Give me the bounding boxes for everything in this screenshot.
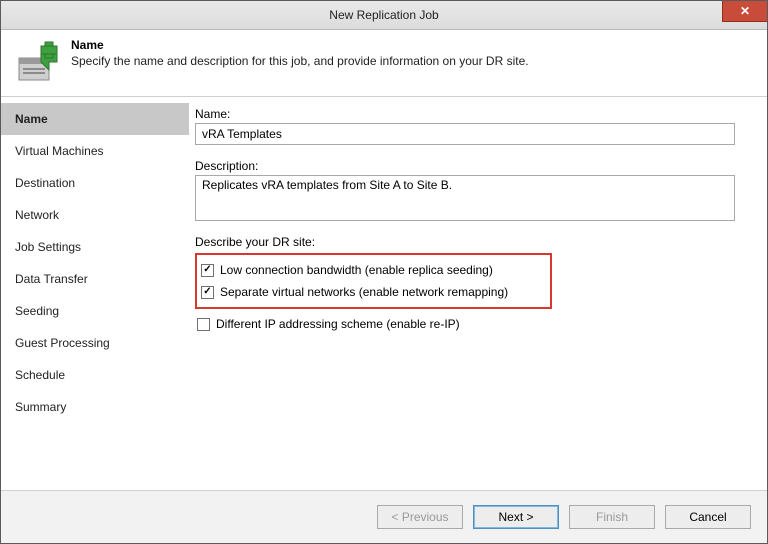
wizard-step-subtitle: Specify the name and description for thi… [71,54,529,68]
sidebar-item-guest-processing[interactable]: Guest Processing [1,327,189,359]
wizard-footer: < Previous Next > Finish Cancel [1,490,767,543]
window-title: New Replication Job [1,8,767,22]
dr-options: ✓ Low connection bandwidth (enable repli… [195,253,751,335]
name-label: Name: [195,107,751,121]
wizard-window: New Replication Job ✕ Name Specify the n… [0,0,768,544]
checkbox-row: ✓ Separate virtual networks (enable netw… [199,281,544,303]
dr-site-label: Describe your DR site: [195,235,751,249]
sidebar-item-job-settings[interactable]: Job Settings [1,231,189,263]
sidebar-item-label: Virtual Machines [15,144,104,158]
sidebar-item-label: Guest Processing [15,336,110,350]
checkbox-row: ✓ Low connection bandwidth (enable repli… [199,259,544,281]
next-button[interactable]: Next > [473,505,559,529]
sidebar-item-virtual-machines[interactable]: Virtual Machines [1,135,189,167]
wizard-body: Name Virtual Machines Destination Networ… [1,97,767,490]
checkbox-low-bandwidth[interactable]: ✓ [201,264,214,277]
cancel-button[interactable]: Cancel [665,505,751,529]
titlebar: New Replication Job ✕ [1,1,767,30]
wizard-header-text: Name Specify the name and description fo… [71,38,529,68]
sidebar-item-label: Summary [15,400,66,414]
sidebar-item-label: Seeding [15,304,59,318]
checkbox-label: Low connection bandwidth (enable replica… [220,263,493,277]
sidebar-item-label: Schedule [15,368,65,382]
checkbox-row: Different IP addressing scheme (enable r… [195,313,751,335]
replication-job-icon [13,40,59,86]
checkbox-label: Different IP addressing scheme (enable r… [216,317,460,331]
wizard-header: Name Specify the name and description fo… [1,30,767,97]
wizard-main-panel: Name: Description: Replicates vRA templa… [189,97,767,490]
sidebar-item-seeding[interactable]: Seeding [1,295,189,327]
job-name-input[interactable] [195,123,735,145]
sidebar-item-data-transfer[interactable]: Data Transfer [1,263,189,295]
finish-button[interactable]: Finish [569,505,655,529]
sidebar-item-label: Job Settings [15,240,81,254]
sidebar-item-label: Destination [15,176,75,190]
wizard-step-list: Name Virtual Machines Destination Networ… [1,97,189,490]
previous-button[interactable]: < Previous [377,505,463,529]
window-close-button[interactable]: ✕ [722,1,767,22]
wizard-step-title: Name [71,38,529,52]
sidebar-item-name[interactable]: Name [1,103,189,135]
description-label: Description: [195,159,751,173]
checkbox-label: Separate virtual networks (enable networ… [220,285,508,299]
sidebar-item-destination[interactable]: Destination [1,167,189,199]
job-description-input[interactable]: Replicates vRA templates from Site A to … [195,175,735,221]
annotation-highlight: ✓ Low connection bandwidth (enable repli… [195,253,552,309]
sidebar-item-network[interactable]: Network [1,199,189,231]
checkbox-separate-networks[interactable]: ✓ [201,286,214,299]
sidebar-item-schedule[interactable]: Schedule [1,359,189,391]
sidebar-item-label: Data Transfer [15,272,88,286]
sidebar-item-label: Network [15,208,59,222]
checkbox-different-ip[interactable] [197,318,210,331]
close-icon: ✕ [740,4,750,18]
sidebar-item-summary[interactable]: Summary [1,391,189,423]
sidebar-item-label: Name [15,112,48,126]
